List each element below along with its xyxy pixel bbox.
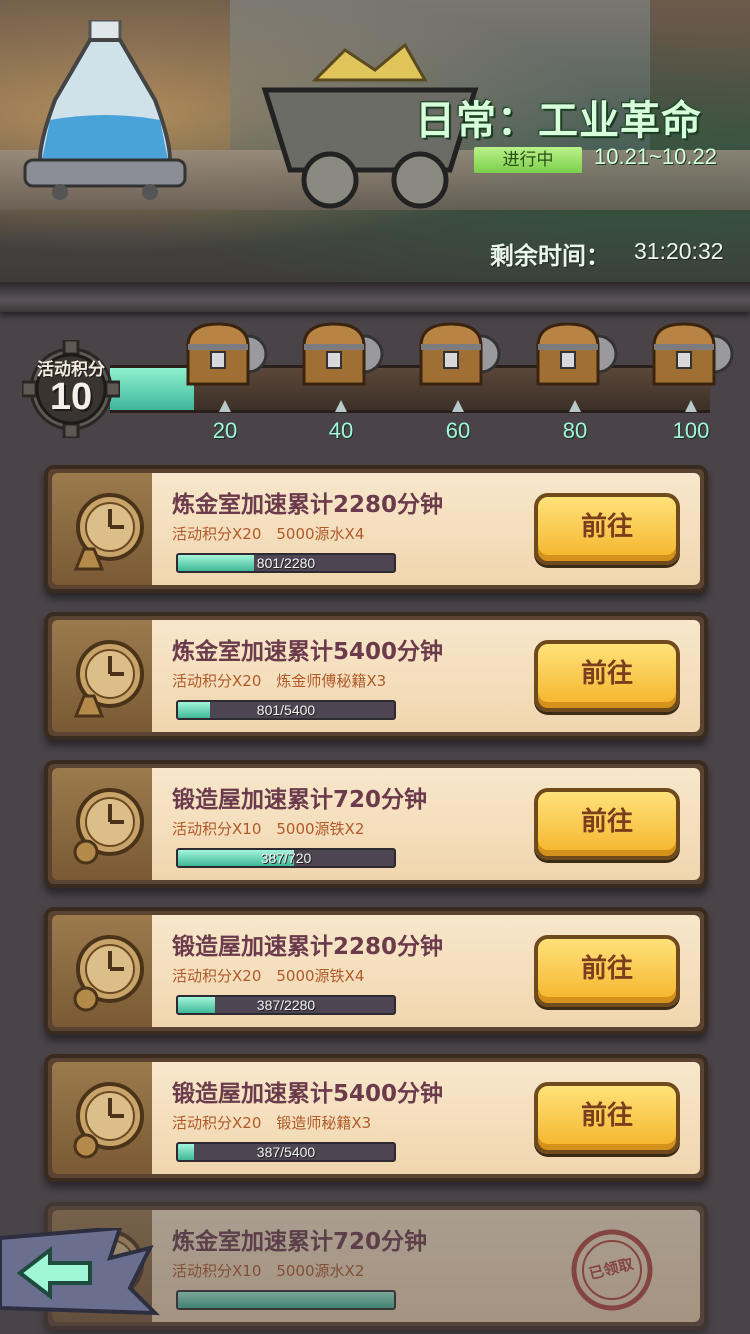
status-badge: 进行中 (474, 147, 582, 173)
event-date-range: 10.21~10.22 (594, 144, 717, 169)
task-progress-text: 801/2280 (256, 555, 316, 571)
go-button[interactable]: 前往 (534, 935, 680, 1007)
milestone-value: 80 (562, 418, 588, 443)
go-button[interactable]: 前往 (534, 493, 680, 565)
task-icon-panel (52, 915, 152, 1027)
treasure-chest-icon[interactable] (415, 318, 501, 390)
task-title: 锻造屋加速累计720分钟 (172, 787, 428, 813)
task-icon-panel (52, 473, 152, 585)
treasure-chest-icon[interactable] (532, 318, 618, 390)
task-reward: 活动积分X20 锻造师秘籍X3 (172, 1114, 372, 1132)
task-card: 锻造屋加速累计720分钟活动积分X10 5000源铁X2 387/720 前往 (44, 760, 708, 888)
task-reward: 活动积分X10 5000源水X2 (172, 1262, 365, 1280)
milestone-marker (219, 400, 231, 412)
task-icon-panel (52, 620, 152, 732)
task-content: 炼金室加速累计720分钟 活动积分X10 5000源水X2 已领取 (152, 1210, 700, 1322)
task-content: 锻造屋加速累计720分钟活动积分X10 5000源铁X2 387/720 前往 (152, 768, 700, 880)
milestone-value: 40 (328, 418, 354, 443)
go-button[interactable]: 前往 (534, 788, 680, 860)
task-progress-bar (176, 1290, 396, 1310)
task-reward: 活动积分X20 5000源铁X4 (172, 967, 365, 985)
task-reward: 活动积分X20 炼金师傅秘籍X3 (172, 672, 387, 690)
task-progress-text: 387/720 (260, 850, 312, 866)
milestone-marker (569, 400, 581, 412)
task-title: 锻造屋加速累计2280分钟 (172, 934, 444, 960)
task-content: 锻造屋加速累计2280分钟活动积分X20 5000源铁X4 387/2280 前往 (152, 915, 700, 1027)
task-title: 炼金室加速累计5400分钟 (172, 639, 444, 665)
task-progress-text: 387/2280 (256, 997, 316, 1013)
task-icon-panel (52, 768, 152, 880)
task-progress-bar: 387/5400 (176, 1142, 396, 1162)
task-progress-bar: 801/2280 (176, 553, 396, 573)
milestone-value: 60 (445, 418, 471, 443)
milestone-marker (335, 400, 347, 412)
task-progress-text: 801/5400 (256, 702, 316, 718)
flask-illustration (23, 20, 187, 200)
task-progress-bar: 387/2280 (176, 995, 396, 1015)
points-value: 10 (49, 376, 93, 418)
task-card: 炼金室加速累计5400分钟活动积分X20 炼金师傅秘籍X3 801/5400 前往 (44, 612, 708, 740)
banner-divider (0, 282, 750, 312)
task-title: 炼金室加速累计2280分钟 (172, 492, 444, 518)
clock-flask-icon (73, 640, 144, 718)
task-card: 炼金室加速累计2280分钟活动积分X20 5000源水X4 801/2280 前往 (44, 465, 708, 593)
go-button[interactable]: 前往 (534, 1082, 680, 1154)
task-reward: 活动积分X20 5000源水X4 (172, 525, 365, 543)
milestone-marker (452, 400, 464, 412)
treasure-chest-icon[interactable] (298, 318, 384, 390)
treasure-chest-icon[interactable] (182, 318, 268, 390)
back-button[interactable] (0, 1228, 160, 1318)
task-content: 炼金室加速累计2280分钟活动积分X20 5000源水X4 801/2280 前往 (152, 473, 700, 585)
event-banner: 日常：工业革命 进行中 10.21~10.22 剩余时间： 31:20:32 (0, 0, 750, 290)
task-title: 炼金室加速累计720分钟 (172, 1229, 428, 1255)
remaining-time-label: 剩余时间： (490, 242, 610, 270)
task-progress-bar: 801/5400 (176, 700, 396, 720)
go-button[interactable]: 前往 (534, 640, 680, 712)
task-content: 炼金室加速累计5400分钟活动积分X20 炼金师傅秘籍X3 801/5400 前往 (152, 620, 700, 732)
treasure-chest-icon[interactable] (648, 318, 734, 390)
task-progress-fill (178, 1292, 394, 1308)
task-icon-panel (52, 1062, 152, 1174)
milestone-value: 20 (212, 418, 238, 443)
clock-flask-icon (73, 493, 144, 571)
milestone-marker (685, 400, 697, 412)
task-reward: 活动积分X10 5000源铁X2 (172, 820, 365, 838)
task-progress-bar: 387/720 (176, 848, 396, 868)
remaining-time-value: 31:20:32 (634, 238, 724, 264)
task-title: 锻造屋加速累计5400分钟 (172, 1081, 444, 1107)
clock-gear-icon (73, 788, 144, 865)
clock-gear-icon (73, 1082, 144, 1159)
task-card: 锻造屋加速累计2280分钟活动积分X20 5000源铁X4 387/2280 前往 (44, 907, 708, 1035)
task-card: 锻造屋加速累计5400分钟活动积分X20 锻造师秘籍X3 387/5400 前往 (44, 1054, 708, 1182)
clock-gear-icon (73, 935, 144, 1012)
event-title: 日常：工业革命 (415, 98, 702, 144)
milestone-value: 100 (672, 418, 710, 443)
task-content: 锻造屋加速累计5400分钟活动积分X20 锻造师秘籍X3 387/5400 前往 (152, 1062, 700, 1174)
task-progress-text: 387/5400 (256, 1144, 316, 1160)
